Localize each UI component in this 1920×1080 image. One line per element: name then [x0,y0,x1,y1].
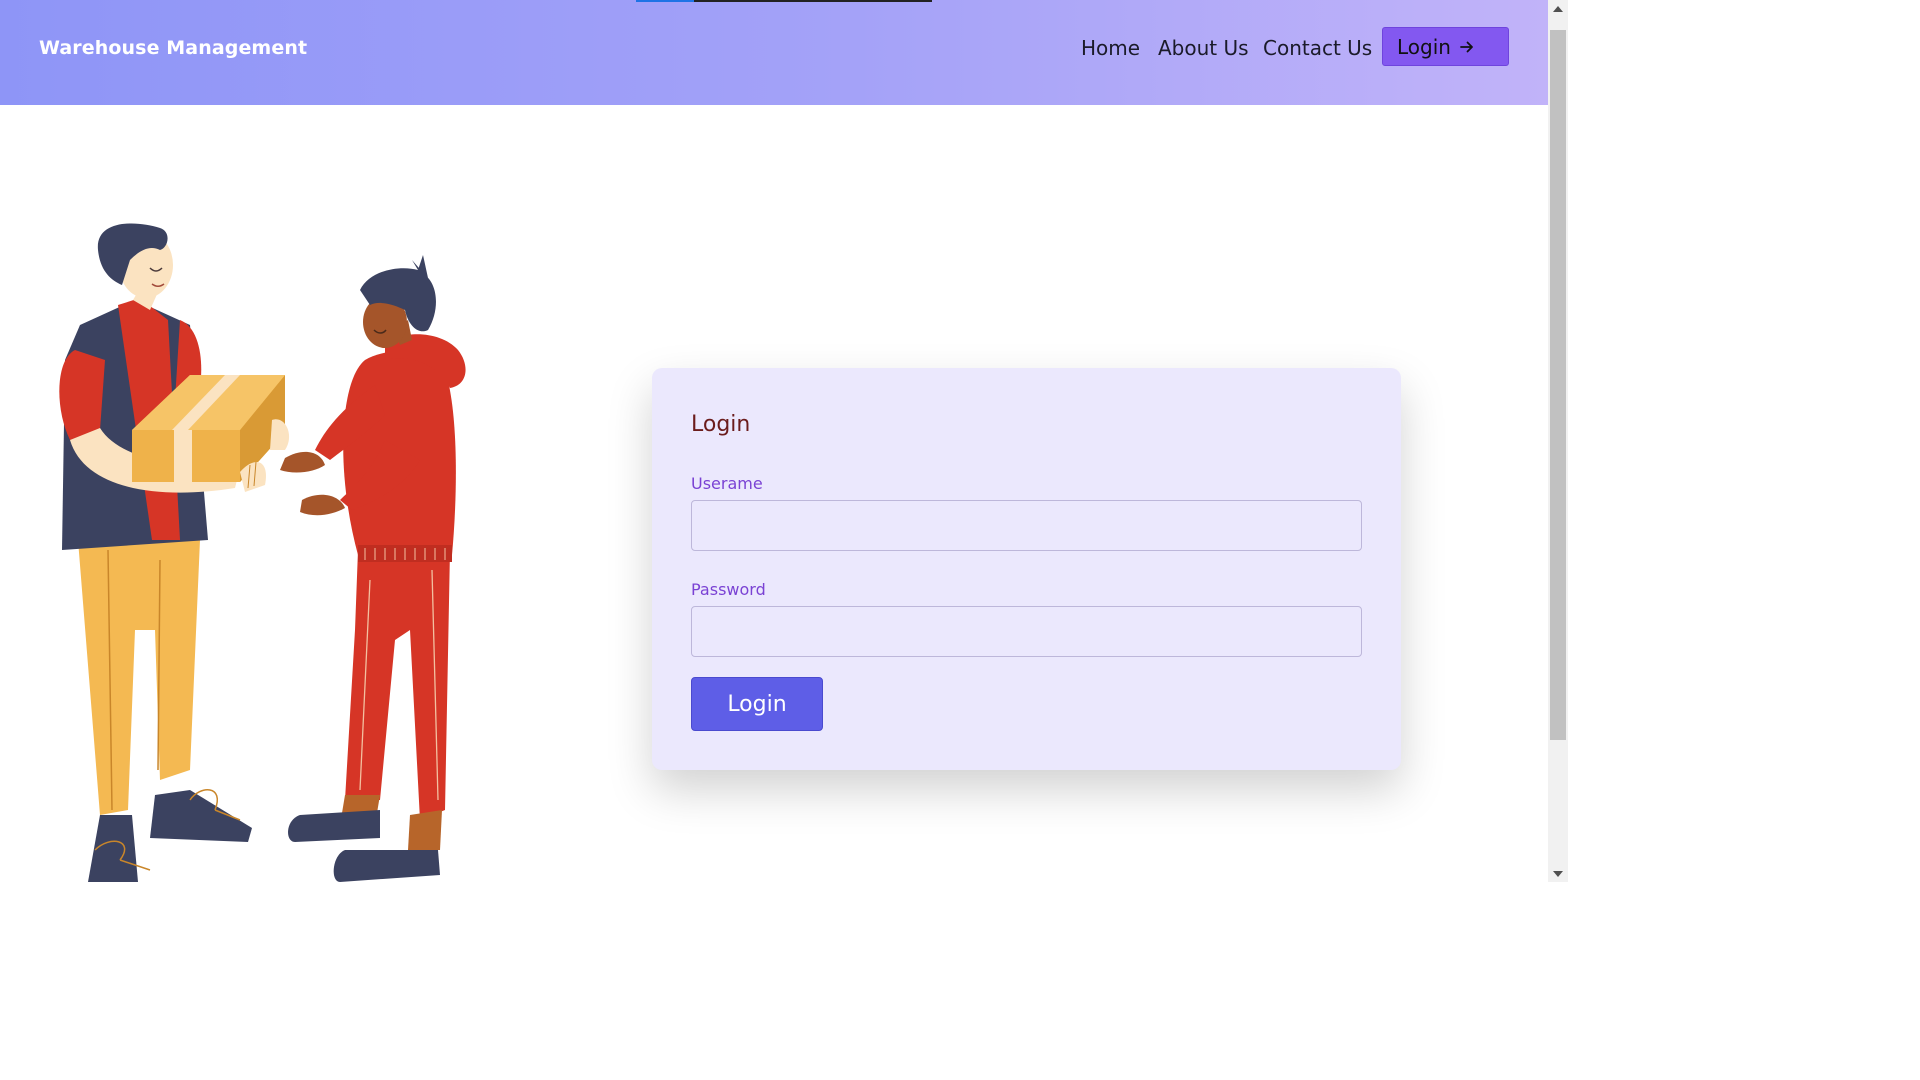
password-input[interactable] [691,606,1362,657]
password-label: Password [691,580,766,599]
username-label: Userame [691,474,763,493]
page: Warehouse Management Home About Us Conta… [0,0,1568,882]
scroll-down-arrow-icon[interactable] [1548,865,1568,882]
nav-link-contact-us[interactable]: Contact Us [1263,36,1372,60]
nav-link-about-us[interactable]: About Us [1158,36,1249,60]
delivery-illustration [59,223,466,882]
username-input[interactable] [691,500,1362,551]
page-loading-bar [636,0,932,2]
arrow-right-icon [1460,41,1473,52]
nav-link-home[interactable]: Home [1081,36,1140,60]
login-title: Login [691,412,751,437]
scroll-up-arrow-icon[interactable] [1548,0,1568,17]
page-loading-progress [636,0,694,2]
nav-login-button[interactable]: Login [1382,27,1509,66]
vertical-scrollbar[interactable] [1548,0,1568,882]
nav-login-label: Login [1397,34,1451,59]
login-card: Login Userame Password Login [652,368,1401,770]
navbar: Warehouse Management Home About Us Conta… [0,0,1548,105]
brand-title[interactable]: Warehouse Management [39,37,307,59]
scrollbar-thumb[interactable] [1550,30,1566,740]
login-submit-button[interactable]: Login [691,677,823,731]
